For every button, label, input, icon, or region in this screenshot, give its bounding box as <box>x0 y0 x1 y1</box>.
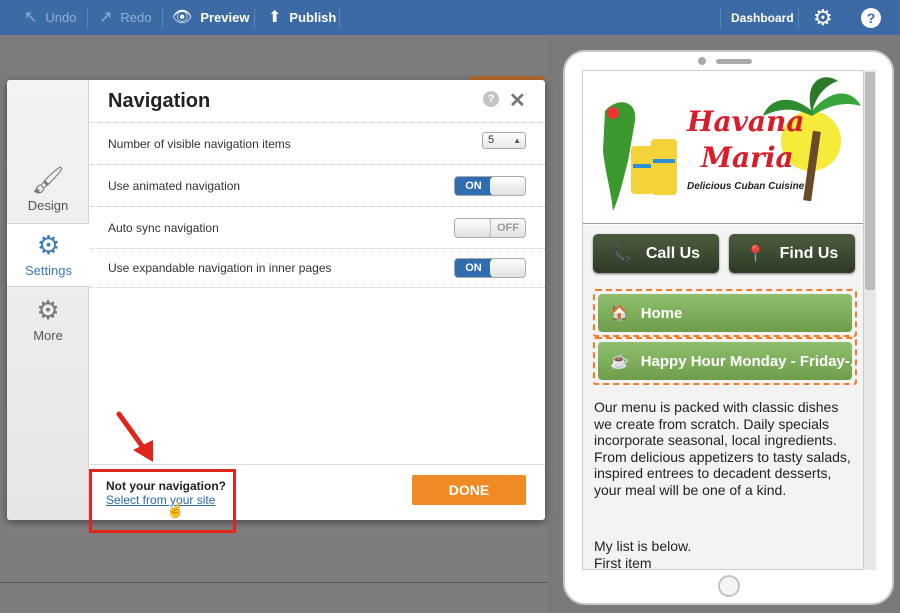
select-value: 5 <box>488 134 495 146</box>
updown-arrow-icon: ▲ <box>513 136 521 145</box>
gears-icon: ⚙ <box>36 295 60 325</box>
sidebar-item-more[interactable]: ⚙ More <box>7 288 89 352</box>
help-button[interactable]: ? <box>861 0 881 35</box>
mobile-preview-screen: Havana Maria Delicious Cuban Cuisine 📞 C… <box>582 70 864 570</box>
list-intro: My list is below. <box>594 538 692 554</box>
toggle-knob <box>490 259 525 277</box>
setting-animated-navigation: Use animated navigation ON <box>90 164 545 206</box>
call-us-button[interactable]: 📞 Call Us <box>593 234 719 273</box>
logo-tagline: Delicious Cuban Cuisine <box>687 181 805 192</box>
setting-auto-sync: Auto sync navigation OFF <box>90 206 545 248</box>
map-pin-icon: 📍 <box>745 245 766 263</box>
nav-happy-hour-button[interactable]: ☕ Happy Hour Monday - Friday-... <box>598 342 852 380</box>
canvas-divider <box>0 582 548 583</box>
setting-label: Use expandable navigation in inner pages <box>108 261 332 275</box>
site-logo: Havana Maria Delicious Cuban Cuisine <box>583 71 863 224</box>
find-us-label: Find Us <box>779 244 839 262</box>
nav-label: Home <box>640 304 683 322</box>
body-paragraph: Our menu is packed with classic dishes w… <box>594 399 851 498</box>
animated-navigation-toggle[interactable]: ON <box>454 176 526 196</box>
expandable-navigation-toggle[interactable]: ON <box>454 258 526 278</box>
toolbar-divider <box>87 8 88 28</box>
undo-button[interactable]: ↖ Undo <box>24 0 76 35</box>
mobile-nav-item: ☕ Happy Hour Monday - Friday-... <box>593 337 857 385</box>
help-icon[interactable]: ? <box>483 91 499 107</box>
speaker-icon <box>716 59 752 64</box>
eye-icon: 👁 <box>172 8 193 26</box>
preview-label: Preview <box>200 10 250 25</box>
annotation-highlight-box <box>89 469 236 533</box>
sidebar-item-label: Design <box>27 198 69 213</box>
navigation-dialog: 🖌 Design ⚙ Settings ⚙ More Navigation ? … <box>7 80 545 520</box>
preview-button[interactable]: 👁 Preview <box>172 0 249 35</box>
logo-text: Maria <box>701 141 794 174</box>
toolbar-divider <box>339 8 340 28</box>
help-icon: ? <box>861 7 881 28</box>
home-button-icon <box>718 575 740 597</box>
undo-icon: ↖ <box>24 8 38 26</box>
redo-label: Redo <box>120 10 152 25</box>
sidebar-item-label: Settings <box>25 263 72 278</box>
gear-icon: ⚙ <box>36 230 61 260</box>
camera-icon <box>698 57 706 65</box>
dialog-title: Navigation <box>108 90 211 112</box>
list-item: First item <box>594 555 652 570</box>
top-toolbar: ↖ Undo ↗ Redo 👁 Preview ⬆ Publish Dashbo… <box>0 0 900 35</box>
scrollbar-thumb[interactable] <box>865 72 875 290</box>
home-icon: 🏠 <box>610 305 629 322</box>
toggle-state: OFF <box>490 219 525 237</box>
toolbar-divider <box>798 8 799 28</box>
preview-scrollbar[interactable] <box>864 70 876 570</box>
toggle-state: ON <box>455 259 492 277</box>
publish-label: Publish <box>289 10 337 25</box>
sidebar-item-design[interactable]: 🖌 Design <box>7 158 89 222</box>
upload-arrow-icon: ⬆ <box>268 8 282 26</box>
mobile-content-area <box>583 225 863 569</box>
mobile-nav-item: 🏠 Home <box>593 289 857 337</box>
redo-icon: ↗ <box>99 8 113 26</box>
logo-text: Havana <box>687 105 805 138</box>
redo-button[interactable]: ↗ Redo <box>99 0 151 35</box>
sidebar-item-settings[interactable]: ⚙ Settings <box>7 223 90 287</box>
auto-sync-toggle[interactable]: OFF <box>454 218 526 238</box>
toggle-state: ON <box>455 177 492 195</box>
setting-expandable-navigation: Use expandable navigation in inner pages… <box>90 248 545 288</box>
toolbar-divider <box>162 8 163 28</box>
gear-icon: ⚙ <box>813 4 833 30</box>
dashboard-button[interactable]: Dashboard <box>731 0 794 35</box>
visible-items-select[interactable]: 5 ▲ <box>482 132 526 149</box>
phone-icon: 📞 <box>611 245 632 263</box>
toolbar-divider <box>720 8 721 28</box>
coffee-cup-icon: ☕ <box>610 353 629 370</box>
toggle-knob <box>490 177 525 195</box>
undo-label: Undo <box>45 10 77 25</box>
close-icon[interactable]: ✕ <box>509 88 526 113</box>
toolbar-divider <box>254 8 255 28</box>
setting-label: Number of visible navigation items <box>108 137 291 151</box>
hand-cursor-icon: ☝ <box>166 502 185 519</box>
nav-label: Happy Hour Monday - Friday-... <box>640 352 852 370</box>
sidebar-item-label: More <box>33 328 63 343</box>
annotation-arrow-icon <box>116 411 153 462</box>
setting-visible-items: Number of visible navigation items 5 ▲ <box>90 122 545 164</box>
setting-label: Use animated navigation <box>108 179 241 193</box>
brush-icon: 🖌 <box>31 165 65 195</box>
call-us-label: Call Us <box>645 244 701 262</box>
find-us-button[interactable]: 📍 Find Us <box>729 234 855 273</box>
dashboard-label: Dashboard <box>731 10 794 25</box>
publish-button[interactable]: ⬆ Publish <box>268 0 336 35</box>
dialog-sidebar: 🖌 Design ⚙ Settings ⚙ More <box>7 80 90 520</box>
done-button[interactable]: DONE <box>412 475 526 505</box>
nav-home-button[interactable]: 🏠 Home <box>598 294 852 332</box>
settings-button[interactable]: ⚙ <box>813 0 833 35</box>
toggle-knob <box>455 219 491 237</box>
setting-label: Auto sync navigation <box>108 221 219 235</box>
